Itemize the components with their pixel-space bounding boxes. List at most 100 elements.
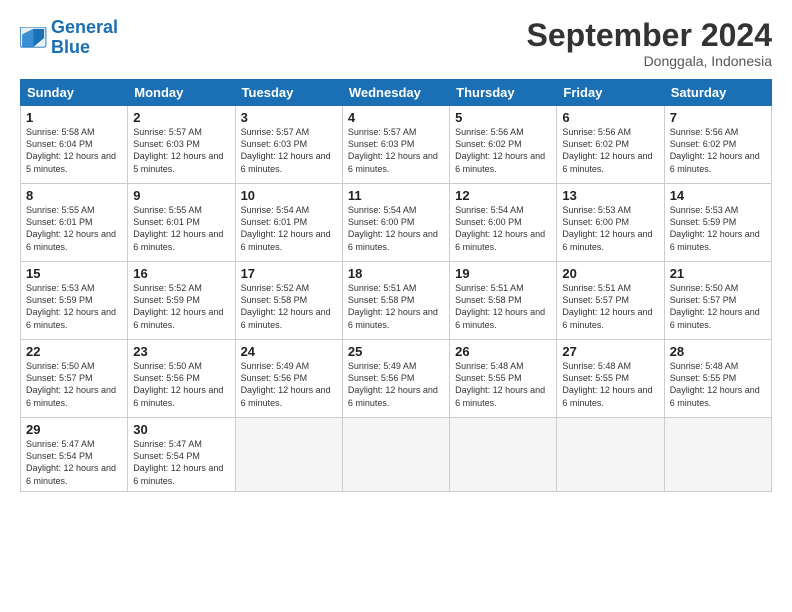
day-number: 29 [26, 422, 122, 437]
cell-info: Sunrise: 5:53 AMSunset: 6:00 PMDaylight:… [562, 204, 658, 253]
cell-info: Sunrise: 5:51 AMSunset: 5:58 PMDaylight:… [455, 282, 551, 331]
table-row: 18 Sunrise: 5:51 AMSunset: 5:58 PMDaylig… [342, 262, 449, 340]
day-number: 23 [133, 344, 229, 359]
col-thursday: Thursday [450, 80, 557, 106]
cell-info: Sunrise: 5:52 AMSunset: 5:58 PMDaylight:… [241, 282, 337, 331]
calendar-week-row: 15 Sunrise: 5:53 AMSunset: 5:59 PMDaylig… [21, 262, 772, 340]
table-row: 12 Sunrise: 5:54 AMSunset: 6:00 PMDaylig… [450, 184, 557, 262]
day-number: 3 [241, 110, 337, 125]
table-row [342, 418, 449, 492]
calendar-week-row: 8 Sunrise: 5:55 AMSunset: 6:01 PMDayligh… [21, 184, 772, 262]
calendar-week-row: 29 Sunrise: 5:47 AMSunset: 5:54 PMDaylig… [21, 418, 772, 492]
table-row: 22 Sunrise: 5:50 AMSunset: 5:57 PMDaylig… [21, 340, 128, 418]
table-row: 5 Sunrise: 5:56 AMSunset: 6:02 PMDayligh… [450, 106, 557, 184]
cell-info: Sunrise: 5:50 AMSunset: 5:57 PMDaylight:… [26, 360, 122, 409]
table-row: 28 Sunrise: 5:48 AMSunset: 5:55 PMDaylig… [664, 340, 771, 418]
table-row: 3 Sunrise: 5:57 AMSunset: 6:03 PMDayligh… [235, 106, 342, 184]
table-row: 21 Sunrise: 5:50 AMSunset: 5:57 PMDaylig… [664, 262, 771, 340]
table-row: 1 Sunrise: 5:58 AMSunset: 6:04 PMDayligh… [21, 106, 128, 184]
day-number: 9 [133, 188, 229, 203]
col-wednesday: Wednesday [342, 80, 449, 106]
day-number: 28 [670, 344, 766, 359]
cell-info: Sunrise: 5:53 AMSunset: 5:59 PMDaylight:… [670, 204, 766, 253]
cell-info: Sunrise: 5:49 AMSunset: 5:56 PMDaylight:… [348, 360, 444, 409]
table-row: 25 Sunrise: 5:49 AMSunset: 5:56 PMDaylig… [342, 340, 449, 418]
table-row: 30 Sunrise: 5:47 AMSunset: 5:54 PMDaylig… [128, 418, 235, 492]
logo-text: General Blue [51, 18, 118, 58]
cell-info: Sunrise: 5:47 AMSunset: 5:54 PMDaylight:… [133, 438, 229, 487]
cell-info: Sunrise: 5:55 AMSunset: 6:01 PMDaylight:… [133, 204, 229, 253]
day-number: 4 [348, 110, 444, 125]
table-row: 29 Sunrise: 5:47 AMSunset: 5:54 PMDaylig… [21, 418, 128, 492]
table-row: 19 Sunrise: 5:51 AMSunset: 5:58 PMDaylig… [450, 262, 557, 340]
cell-info: Sunrise: 5:50 AMSunset: 5:57 PMDaylight:… [670, 282, 766, 331]
day-number: 13 [562, 188, 658, 203]
cell-info: Sunrise: 5:57 AMSunset: 6:03 PMDaylight:… [241, 126, 337, 175]
col-sunday: Sunday [21, 80, 128, 106]
day-number: 26 [455, 344, 551, 359]
day-number: 30 [133, 422, 229, 437]
cell-info: Sunrise: 5:53 AMSunset: 5:59 PMDaylight:… [26, 282, 122, 331]
day-number: 2 [133, 110, 229, 125]
cell-info: Sunrise: 5:54 AMSunset: 6:01 PMDaylight:… [241, 204, 337, 253]
cell-info: Sunrise: 5:52 AMSunset: 5:59 PMDaylight:… [133, 282, 229, 331]
col-saturday: Saturday [664, 80, 771, 106]
logo: General Blue [20, 18, 118, 58]
table-row: 9 Sunrise: 5:55 AMSunset: 6:01 PMDayligh… [128, 184, 235, 262]
cell-info: Sunrise: 5:48 AMSunset: 5:55 PMDaylight:… [562, 360, 658, 409]
cell-info: Sunrise: 5:54 AMSunset: 6:00 PMDaylight:… [348, 204, 444, 253]
table-row: 2 Sunrise: 5:57 AMSunset: 6:03 PMDayligh… [128, 106, 235, 184]
table-row: 15 Sunrise: 5:53 AMSunset: 5:59 PMDaylig… [21, 262, 128, 340]
cell-info: Sunrise: 5:48 AMSunset: 5:55 PMDaylight:… [455, 360, 551, 409]
day-number: 20 [562, 266, 658, 281]
table-row: 10 Sunrise: 5:54 AMSunset: 6:01 PMDaylig… [235, 184, 342, 262]
day-number: 24 [241, 344, 337, 359]
cell-info: Sunrise: 5:58 AMSunset: 6:04 PMDaylight:… [26, 126, 122, 175]
table-row: 7 Sunrise: 5:56 AMSunset: 6:02 PMDayligh… [664, 106, 771, 184]
calendar: Sunday Monday Tuesday Wednesday Thursday… [20, 79, 772, 492]
cell-info: Sunrise: 5:50 AMSunset: 5:56 PMDaylight:… [133, 360, 229, 409]
table-row: 4 Sunrise: 5:57 AMSunset: 6:03 PMDayligh… [342, 106, 449, 184]
calendar-week-row: 1 Sunrise: 5:58 AMSunset: 6:04 PMDayligh… [21, 106, 772, 184]
day-number: 22 [26, 344, 122, 359]
table-row: 16 Sunrise: 5:52 AMSunset: 5:59 PMDaylig… [128, 262, 235, 340]
cell-info: Sunrise: 5:57 AMSunset: 6:03 PMDaylight:… [348, 126, 444, 175]
cell-info: Sunrise: 5:56 AMSunset: 6:02 PMDaylight:… [670, 126, 766, 175]
cell-info: Sunrise: 5:51 AMSunset: 5:58 PMDaylight:… [348, 282, 444, 331]
cell-info: Sunrise: 5:57 AMSunset: 6:03 PMDaylight:… [133, 126, 229, 175]
cell-info: Sunrise: 5:51 AMSunset: 5:57 PMDaylight:… [562, 282, 658, 331]
cell-info: Sunrise: 5:54 AMSunset: 6:00 PMDaylight:… [455, 204, 551, 253]
table-row: 11 Sunrise: 5:54 AMSunset: 6:00 PMDaylig… [342, 184, 449, 262]
day-number: 5 [455, 110, 551, 125]
title-block: September 2024 Donggala, Indonesia [527, 18, 772, 69]
col-friday: Friday [557, 80, 664, 106]
table-row: 24 Sunrise: 5:49 AMSunset: 5:56 PMDaylig… [235, 340, 342, 418]
cell-info: Sunrise: 5:56 AMSunset: 6:02 PMDaylight:… [562, 126, 658, 175]
calendar-week-row: 22 Sunrise: 5:50 AMSunset: 5:57 PMDaylig… [21, 340, 772, 418]
table-row: 17 Sunrise: 5:52 AMSunset: 5:58 PMDaylig… [235, 262, 342, 340]
cell-info: Sunrise: 5:56 AMSunset: 6:02 PMDaylight:… [455, 126, 551, 175]
day-number: 25 [348, 344, 444, 359]
day-number: 16 [133, 266, 229, 281]
logo-icon [20, 27, 48, 49]
day-number: 21 [670, 266, 766, 281]
month-title: September 2024 [527, 18, 772, 53]
day-number: 10 [241, 188, 337, 203]
page: General Blue September 2024 Donggala, In… [0, 0, 792, 612]
table-row [557, 418, 664, 492]
col-monday: Monday [128, 80, 235, 106]
table-row [664, 418, 771, 492]
day-number: 14 [670, 188, 766, 203]
day-number: 27 [562, 344, 658, 359]
day-number: 17 [241, 266, 337, 281]
day-number: 11 [348, 188, 444, 203]
table-row [235, 418, 342, 492]
day-number: 18 [348, 266, 444, 281]
table-row: 23 Sunrise: 5:50 AMSunset: 5:56 PMDaylig… [128, 340, 235, 418]
cell-info: Sunrise: 5:55 AMSunset: 6:01 PMDaylight:… [26, 204, 122, 253]
day-number: 12 [455, 188, 551, 203]
cell-info: Sunrise: 5:47 AMSunset: 5:54 PMDaylight:… [26, 438, 122, 487]
table-row: 8 Sunrise: 5:55 AMSunset: 6:01 PMDayligh… [21, 184, 128, 262]
day-number: 15 [26, 266, 122, 281]
table-row: 6 Sunrise: 5:56 AMSunset: 6:02 PMDayligh… [557, 106, 664, 184]
